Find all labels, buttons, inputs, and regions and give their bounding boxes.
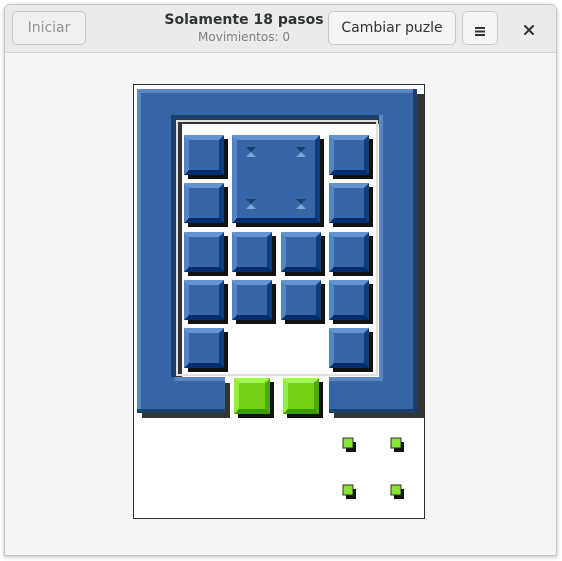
block-small[interactable] <box>184 280 228 324</box>
puzzle-canvas <box>137 89 424 499</box>
block-small[interactable] <box>184 135 228 179</box>
title-area: Solamente 18 pasos Movimientos: 0 <box>155 11 333 45</box>
start-button[interactable]: Iniciar <box>12 11 86 45</box>
menu-button[interactable] <box>462 11 498 45</box>
block-small[interactable] <box>329 328 373 372</box>
block-small[interactable] <box>232 280 276 324</box>
goal-block[interactable] <box>234 378 274 418</box>
header-bar: Iniciar Solamente 18 pasos Movimientos: … <box>5 5 556 53</box>
block-small[interactable] <box>329 183 373 227</box>
block-small[interactable] <box>329 280 373 324</box>
block-small[interactable] <box>184 328 228 372</box>
app-window: Iniciar Solamente 18 pasos Movimientos: … <box>4 4 557 556</box>
moves-counter: Movimientos: 0 <box>198 30 290 44</box>
goal-targets <box>342 437 404 499</box>
goal-block[interactable] <box>283 378 323 418</box>
block-small[interactable] <box>329 232 373 276</box>
block-small[interactable] <box>184 232 228 276</box>
block-small[interactable] <box>232 232 276 276</box>
hamburger-menu-icon <box>475 24 485 36</box>
block-small[interactable] <box>281 232 325 276</box>
block-large[interactable] <box>232 135 324 227</box>
change-puzzle-button[interactable]: Cambiar puzle <box>328 11 456 45</box>
block-small[interactable] <box>281 280 325 324</box>
block-small[interactable] <box>329 135 373 179</box>
close-button[interactable] <box>512 11 546 45</box>
close-icon <box>523 23 535 36</box>
block-small[interactable] <box>184 183 228 227</box>
window-title: Solamente 18 pasos <box>164 12 324 28</box>
puzzle-board[interactable] <box>133 84 425 519</box>
